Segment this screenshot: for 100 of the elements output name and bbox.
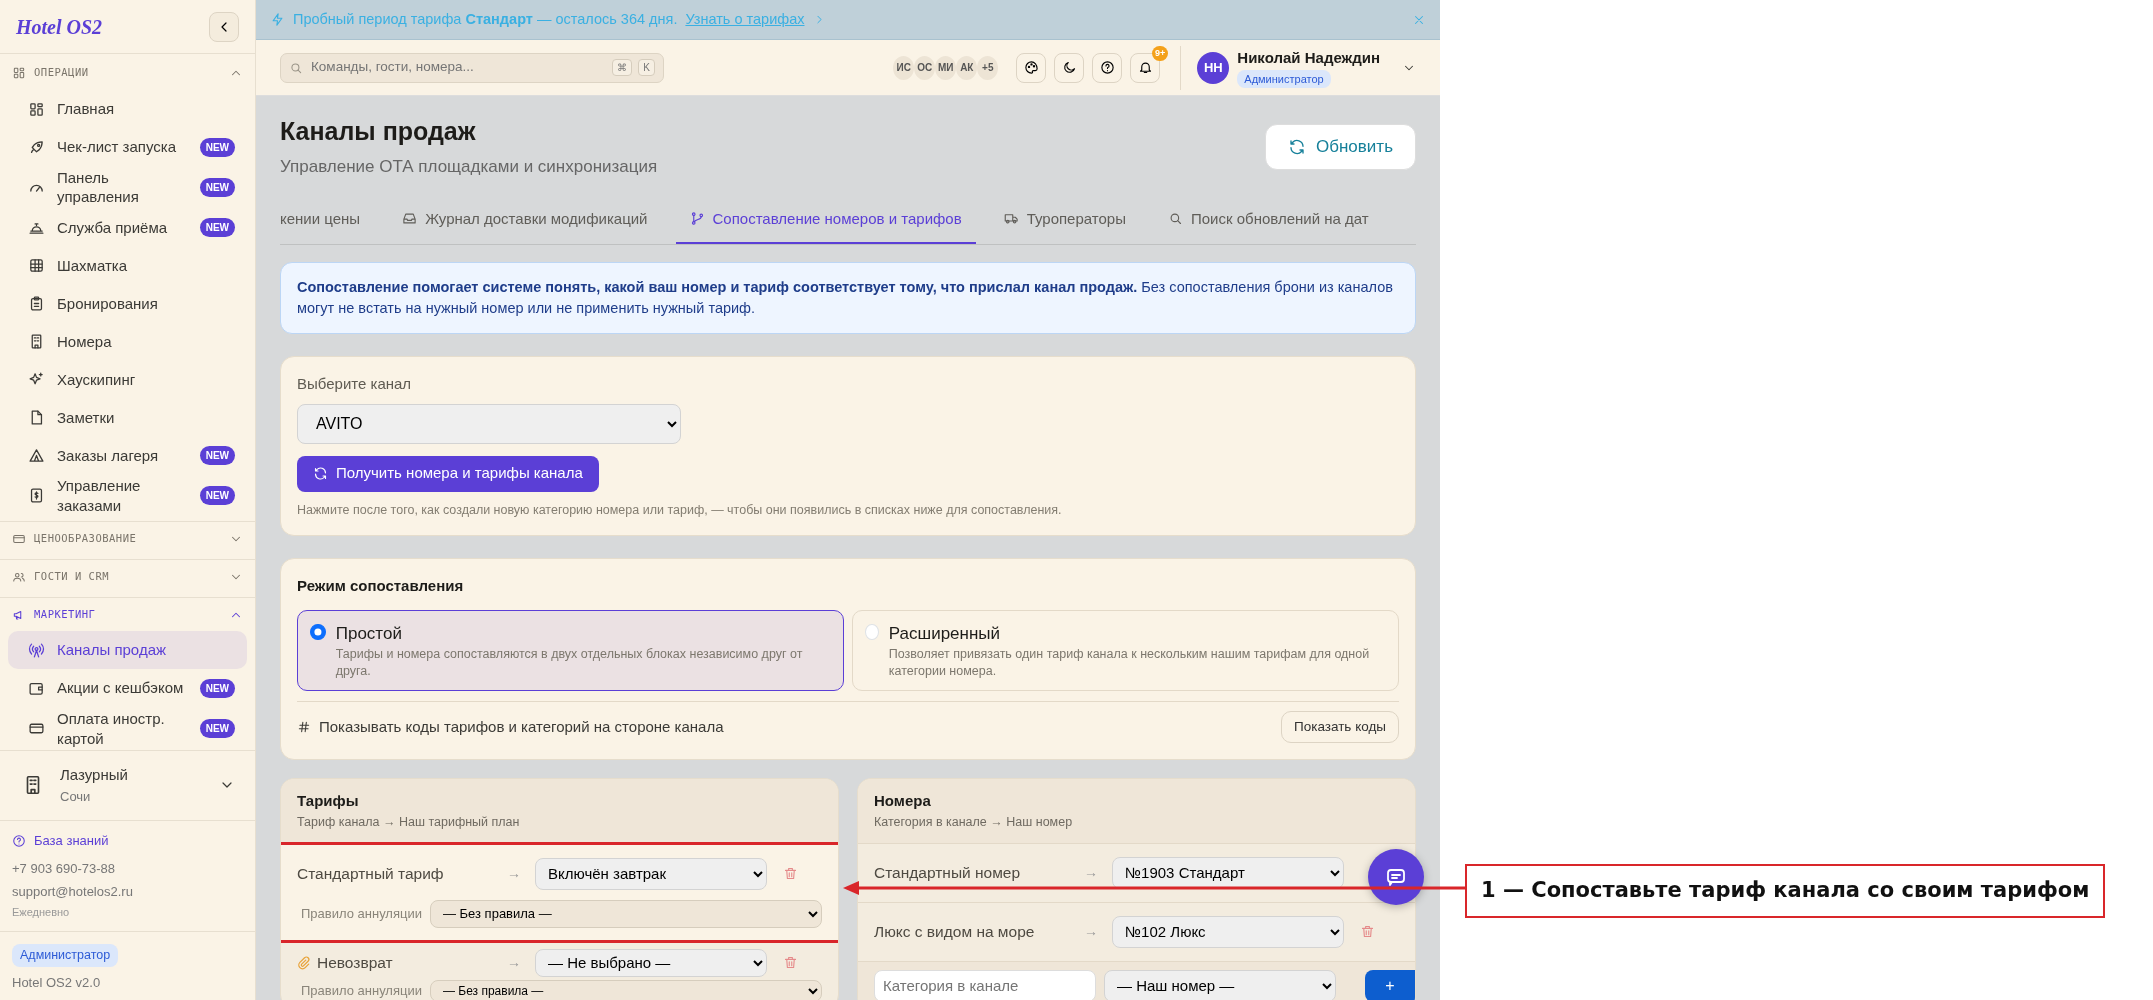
- section-heading[interactable]: МАРКЕТИНГ: [34, 606, 96, 623]
- sidebar-item[interactable]: Акции с кешбэком NEW: [8, 669, 247, 708]
- tariff-name: Невозврат: [317, 952, 393, 973]
- table-icon: [28, 257, 45, 275]
- arrow-text: →: [507, 953, 522, 973]
- help-button[interactable]: [1092, 52, 1123, 83]
- new-badge: NEW: [199, 486, 235, 506]
- sidebar-item[interactable]: Главная: [8, 90, 247, 128]
- refresh-button[interactable]: Обновить: [1265, 124, 1416, 170]
- search-field[interactable]: Команды, гости, номера...: [309, 56, 607, 79]
- mode-option[interactable]: Расширенный Позволяет привязать один тариф канала к нескольким нашим тарифам для одной категории номера.: [852, 609, 1399, 692]
- refresh-icon: [313, 466, 328, 482]
- tariff-select[interactable]: — Не выбрано —: [535, 948, 767, 977]
- sidebar-item[interactable]: Оплата иностр. картой NEW: [8, 707, 247, 750]
- tariff-select[interactable]: Включён завтрак: [535, 857, 767, 890]
- sidebar-item[interactable]: Бронирования: [8, 284, 247, 323]
- refresh-icon: [1288, 138, 1306, 156]
- user-avatar[interactable]: ОС: [914, 55, 936, 80]
- knowledge-base-link[interactable]: База знаний: [12, 830, 243, 851]
- sidebar-item[interactable]: Шахматка: [8, 246, 247, 285]
- sidebar-item[interactable]: Служба приёма NEW: [8, 208, 247, 247]
- radio-button[interactable]: [310, 623, 326, 640]
- mode-option[interactable]: Простой Тарифы и номера сопоставляются в двух отдельных блоках независимо друг от друга.: [297, 609, 844, 692]
- grid-icon: [12, 66, 26, 80]
- room-select[interactable]: №102 Люкс: [1112, 915, 1344, 948]
- section-heading[interactable]: ОПЕРАЦИИ: [34, 65, 89, 81]
- sidebar-item[interactable]: Заметки: [8, 398, 247, 437]
- palette-icon: [1023, 60, 1039, 75]
- search-bar[interactable]: Команды, гости, номера... ⌘ K: [280, 52, 664, 83]
- inbox-icon: [402, 211, 418, 227]
- sidebar-item[interactable]: Номера: [8, 322, 247, 361]
- sidebar-item[interactable]: Панель управления NEW: [8, 166, 247, 209]
- rocket-icon: [28, 138, 45, 156]
- dollar-document-icon: [28, 487, 45, 505]
- section-heading[interactable]: ГОСТИ И CRM: [34, 568, 110, 585]
- add-button[interactable]: +: [1365, 969, 1415, 1000]
- sidebar-item[interactable]: Чек-лист запуска NEW: [8, 128, 247, 166]
- dark-mode-button[interactable]: [1054, 52, 1085, 83]
- show-codes-button[interactable]: Показать коды: [1281, 711, 1399, 744]
- collapse-sidebar-button[interactable]: [209, 11, 239, 42]
- cancellation-label: Правило аннуляции: [301, 904, 422, 923]
- sidebar-item[interactable]: Управление заказами NEW: [8, 474, 247, 518]
- hours-text: Ежедневно: [12, 905, 71, 921]
- key-hint: K: [638, 59, 655, 76]
- callout-label: 1 — Сопоставьте тариф канала со своим тарифом: [1465, 864, 2106, 918]
- search-icon: [1168, 211, 1183, 227]
- sidebar-item[interactable]: Каналы продаж: [8, 631, 247, 670]
- new-badge: NEW: [199, 446, 235, 466]
- cancellation-select[interactable]: — Без правила —: [429, 979, 822, 1000]
- field-label: Выберите канал: [297, 374, 413, 395]
- card-subtitle: Категория в канале → Наш номер: [874, 813, 1074, 831]
- search-icon: [289, 60, 303, 75]
- hotel-selector[interactable]: Лазурный Сочи: [0, 749, 255, 820]
- tab[interactable]: Сопоставление номеров и тарифов: [675, 199, 976, 244]
- user-avatar[interactable]: АК: [956, 55, 978, 80]
- tab[interactable]: Журнал доставки модификаций: [388, 199, 662, 244]
- card-title: Номера: [874, 791, 932, 812]
- banner-text: Пробный период тарифа Стандарт — осталось 364 дня.: [293, 9, 678, 29]
- more-users-avatar[interactable]: +5: [977, 55, 999, 80]
- theme-button[interactable]: [1016, 52, 1047, 83]
- fetch-channel-button[interactable]: Получить номера и тарифы канала: [297, 455, 599, 492]
- user-avatar[interactable]: ИС: [893, 55, 915, 80]
- arrow-text: →: [507, 864, 522, 884]
- clipboard-icon: [28, 295, 45, 313]
- room-select[interactable]: — Наш номер —: [1104, 969, 1336, 1000]
- role-badge: Администратор: [12, 943, 119, 967]
- room-name: Люкс с видом на море: [874, 921, 1036, 942]
- sidebar-item[interactable]: Хаускипинг: [8, 360, 247, 399]
- new-badge: NEW: [199, 719, 235, 738]
- trash-icon: [1360, 924, 1375, 940]
- card-subtitle: Тариф канала → Наш тарифный план: [297, 813, 521, 831]
- version-text: Hotel OS2 v2.0: [12, 973, 101, 992]
- notification-count: 9+: [1152, 45, 1169, 61]
- key-hint: ⌘: [612, 59, 633, 76]
- category-input[interactable]: Категория в канале: [874, 969, 1096, 1000]
- codes-label: Показывать коды тарифов и категорий на стороне канала: [319, 716, 724, 737]
- email-text: support@hotelos2.ru: [12, 882, 134, 901]
- bell-icon: [1137, 60, 1153, 75]
- tab[interactable]: кении цены: [280, 199, 375, 244]
- channel-select[interactable]: AVITO: [297, 403, 681, 444]
- card-title: Тарифы: [297, 791, 360, 812]
- user-avatar[interactable]: МИ: [935, 55, 957, 80]
- tab[interactable]: Туроператоры: [989, 199, 1140, 244]
- section-heading[interactable]: ЦЕНООБРАЗОВАНИЕ: [34, 530, 137, 547]
- info-alert: Сопоставление помогает системе понять, какой ваш номер и тариф соответствует тому, что прислал канал продаж. Без сопоставления брони из каналов могут не встать на нужный номер или не применить нужный тариф.: [280, 262, 1416, 335]
- arrow-text: →: [1084, 922, 1099, 942]
- page-title: Каналы продаж: [280, 116, 477, 146]
- tab[interactable]: Поиск обновлений на дат: [1154, 199, 1383, 244]
- sidebar-item[interactable]: Заказы лагеря NEW: [8, 436, 247, 475]
- cancellation-label: Правило аннуляции: [301, 981, 422, 1000]
- new-badge: NEW: [199, 218, 235, 238]
- card-title: Режим сопоставления: [297, 576, 465, 597]
- app-logo: Hotel OS2: [16, 14, 103, 40]
- room-select[interactable]: №1903 Стандарт: [1112, 856, 1344, 889]
- new-badge: NEW: [199, 678, 235, 698]
- cancellation-select[interactable]: — Без правила —: [429, 899, 822, 928]
- page-subtitle: Управление ОТА площадками и синхронизация: [280, 156, 658, 178]
- arrow-text: →: [1084, 863, 1099, 883]
- branch-icon: [689, 211, 705, 227]
- user-avatar[interactable]: НН: [1197, 51, 1230, 84]
